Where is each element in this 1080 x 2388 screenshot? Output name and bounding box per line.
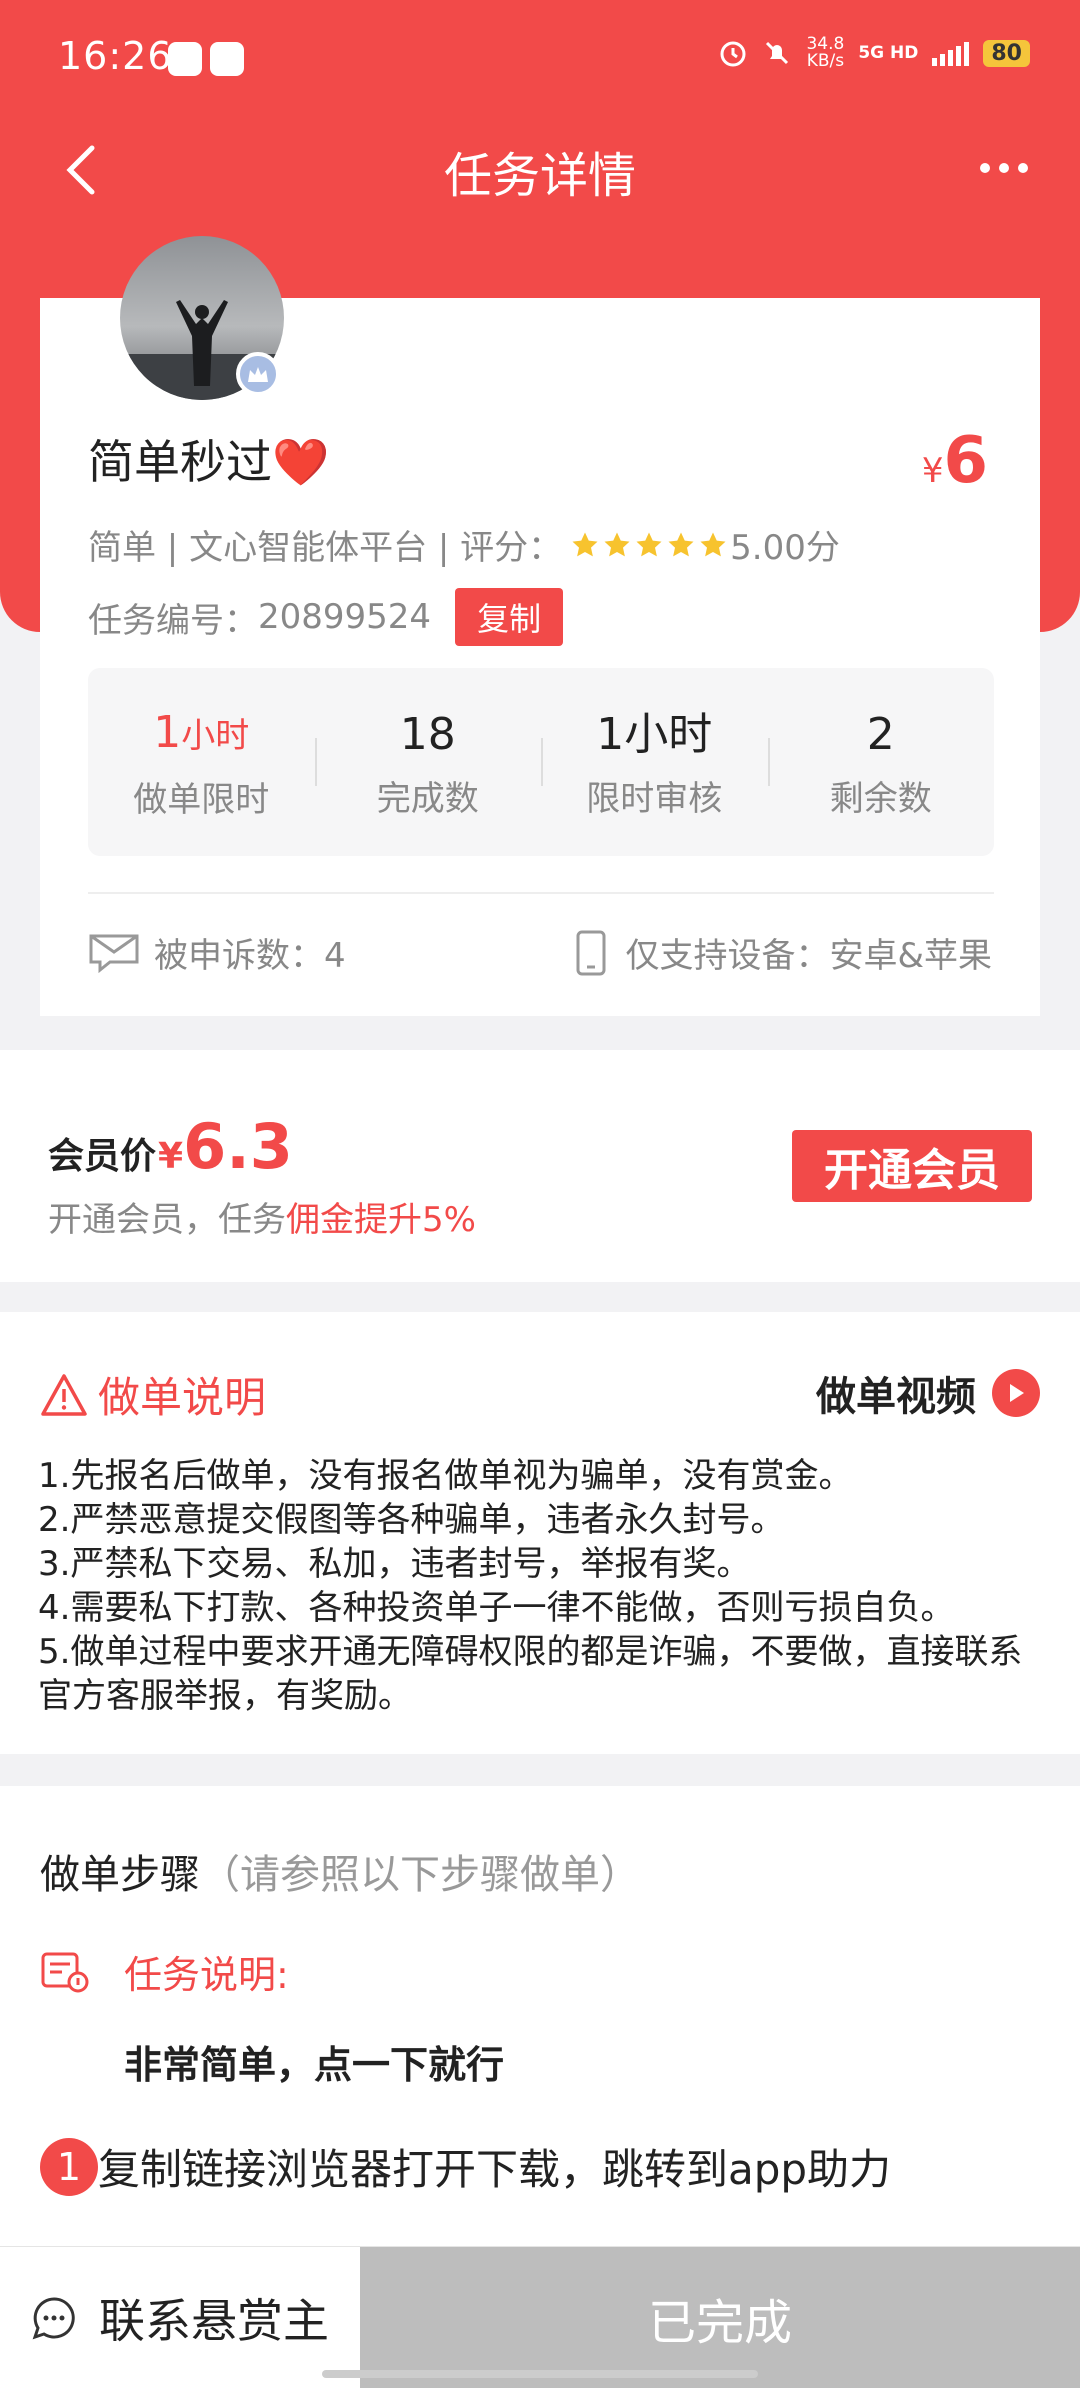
instructions-heading: 做单说明 bbox=[40, 1364, 266, 1425]
rule-item: 4.需要私下打款、各种投资单子一律不能做，否则亏损自负。 bbox=[38, 1588, 955, 1628]
steps-title: 做单步骤（请参照以下步骤做单） bbox=[40, 1852, 640, 1898]
step-number: 1 bbox=[40, 2137, 98, 2196]
complaint-icon bbox=[89, 934, 139, 973]
vip-section: 会员价 ¥6.3 开通会员，任务佣金提升5% 开通会员 bbox=[0, 1050, 1080, 1282]
more-button[interactable] bbox=[974, 148, 1034, 188]
step-item: 1 复制链接浏览器打开下载，跳转到app助力 bbox=[40, 2136, 891, 2197]
device-support: 仅支持设备：安卓&苹果 bbox=[575, 928, 992, 977]
rating-stars-icon bbox=[570, 530, 728, 560]
vip-desc: 开通会员，任务佣金提升5% bbox=[48, 1200, 476, 1240]
status-bar: 16:26 34.8 KB/s 5G HD 80 bbox=[0, 0, 1080, 118]
completed-button[interactable]: 已完成 bbox=[360, 2247, 1080, 2388]
status-time: 16:26 bbox=[58, 34, 173, 78]
heart-icon: ❤️ bbox=[272, 435, 330, 489]
network-speed: 34.8 KB/s bbox=[806, 34, 845, 71]
alarm-icon bbox=[720, 41, 746, 67]
task-title: 简单秒过❤️ bbox=[88, 435, 330, 489]
rating-text: 5.00分 bbox=[730, 528, 840, 568]
rule-item: 3.严禁私下交易、私加，违者封号，举报有奖。 bbox=[38, 1544, 751, 1584]
contact-owner-button[interactable]: 联系悬赏主 bbox=[0, 2247, 360, 2388]
complaints-info: 被申诉数：4 bbox=[88, 928, 346, 977]
task-number: 20899524 bbox=[258, 597, 432, 637]
task-stats: 1小时 做单限时 18 完成数 1小时 限时审核 2 剩余数 bbox=[88, 668, 994, 856]
task-desc-heading: 任务说明: bbox=[40, 1944, 289, 1999]
message-notification-icon bbox=[210, 42, 244, 76]
page-title: 任务详情 bbox=[443, 148, 636, 204]
video-button[interactable]: 做单视频 bbox=[816, 1364, 1040, 1422]
divider bbox=[88, 892, 994, 894]
battery-icon: 80 bbox=[983, 39, 1030, 67]
signal-bars-icon bbox=[932, 40, 970, 66]
task-price: ¥6 bbox=[921, 424, 988, 498]
stat-completed: 18 完成数 bbox=[314, 668, 542, 856]
stat-time-limit: 1小时 做单限时 bbox=[133, 707, 270, 820]
instructions-section: 做单说明 做单视频 1.先报名后做单，没有报名做单视为骗单，没有赏金。 2.严禁… bbox=[0, 1312, 1080, 1754]
rule-item: 1.先报名后做单，没有报名做单视为骗单，没有赏金。 bbox=[38, 1456, 853, 1496]
document-icon bbox=[41, 1952, 89, 1992]
copy-button[interactable]: 复制 bbox=[455, 588, 564, 646]
phone-icon bbox=[576, 930, 606, 975]
mute-bell-icon bbox=[766, 41, 789, 65]
nav-bar: 任务详情 bbox=[0, 118, 1080, 218]
step-text: 复制链接浏览器打开下载，跳转到app助力 bbox=[98, 2145, 892, 2194]
stat-review-limit: 1小时 限时审核 bbox=[541, 668, 768, 856]
steps-section: 做单步骤（请参照以下步骤做单） 任务说明: 非常简单，点一下就行 1 复制链接浏… bbox=[0, 1786, 1080, 2246]
task-number-row: 任务编号： 20899524 复制 bbox=[88, 588, 564, 646]
rule-item: 5.做单过程中要求开通无障碍权限的都是诈骗，不要做，直接联系官方客服举报，有奖励… bbox=[38, 1632, 1023, 1716]
warning-icon bbox=[41, 1373, 87, 1416]
rule-item: 2.严禁恶意提交假图等各种骗单，违者永久封号。 bbox=[38, 1500, 785, 1540]
home-indicator[interactable] bbox=[322, 2370, 758, 2378]
crown-badge-icon bbox=[236, 352, 280, 396]
bottom-bar: 联系悬赏主 已完成 bbox=[0, 2246, 1080, 2388]
stat-remaining: 2 剩余数 bbox=[767, 668, 995, 856]
chat-icon bbox=[32, 2297, 75, 2340]
vip-price: 会员价 ¥6.3 bbox=[48, 1110, 293, 1183]
task-desc-text: 非常简单，点一下就行 bbox=[124, 2043, 505, 2087]
signal-type: 5G HD bbox=[858, 42, 919, 63]
task-meta: 简单 | 文心智能体平台 | 评分： 5.00分 bbox=[88, 520, 840, 569]
play-icon bbox=[992, 1369, 1040, 1417]
app-notification-icon bbox=[168, 42, 202, 76]
rules-list: 1.先报名后做单，没有报名做单视为骗单，没有赏金。 2.严禁恶意提交假图等各种骗… bbox=[38, 1454, 1048, 1718]
task-card: 简单秒过❤️ ¥6 简单 | 文心智能体平台 | 评分： 5.00分 任务编号：… bbox=[40, 236, 1040, 1016]
open-vip-button[interactable]: 开通会员 bbox=[792, 1130, 1032, 1202]
